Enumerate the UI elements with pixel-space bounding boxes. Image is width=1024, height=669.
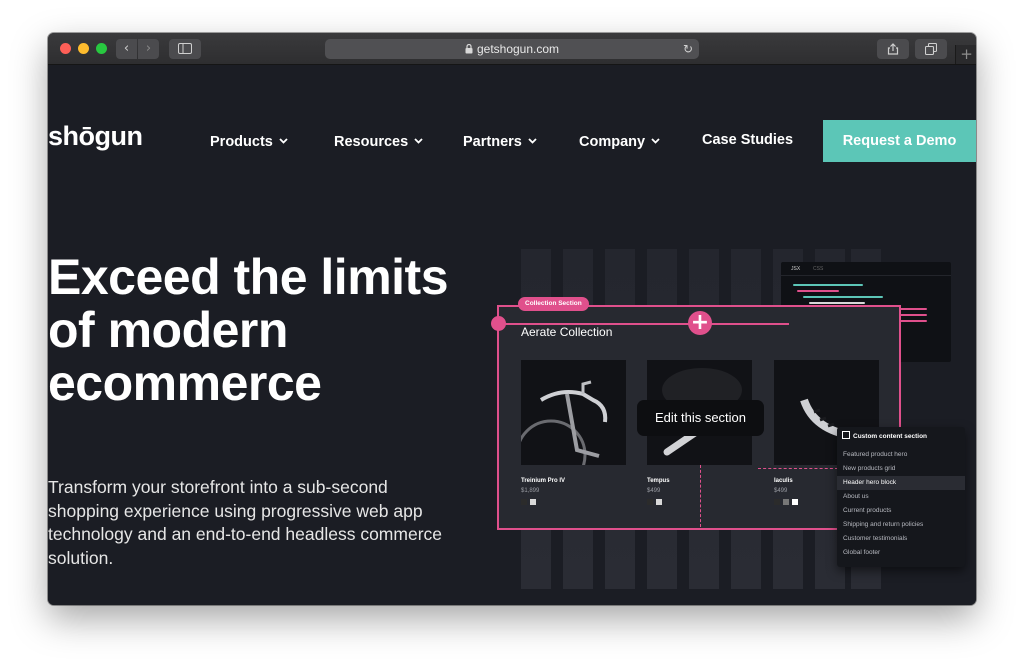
request-demo-button[interactable]: Request a Demo: [823, 120, 976, 162]
browser-toolbar: ‹ › getshogun.com ↻ +: [48, 33, 976, 65]
nav-case-studies-label: Case Studies: [702, 132, 794, 148]
section-picker-dropdown: Custom content section Featured product …: [837, 427, 965, 567]
nav-products-label: Products: [210, 134, 273, 150]
section-guide-line: [700, 465, 701, 527]
sidebar-toggle-button[interactable]: [169, 39, 201, 59]
nav-case-studies[interactable]: Case Studies: [702, 132, 793, 148]
chevron-down-icon: [651, 132, 660, 148]
lock-icon: [465, 40, 473, 60]
dropdown-item[interactable]: New products grid: [837, 462, 965, 476]
back-button[interactable]: ‹: [116, 39, 137, 59]
nav-resources-label: Resources: [334, 134, 409, 150]
color-swatch[interactable]: [783, 499, 789, 505]
dropdown-item[interactable]: Featured product hero: [837, 448, 965, 462]
edit-section-button[interactable]: Edit this section: [637, 400, 764, 436]
dropdown-header-label: Custom content section: [853, 433, 928, 440]
product-name: Treinium Pro IV: [521, 478, 566, 484]
address-bar[interactable]: getshogun.com ↻: [325, 39, 699, 59]
reload-icon[interactable]: ↻: [683, 39, 693, 59]
nav-partners-label: Partners: [463, 134, 522, 150]
product-price: $499: [647, 488, 661, 494]
nav-resources[interactable]: Resources: [334, 132, 423, 150]
color-swatch[interactable]: [647, 499, 653, 505]
sidebar-icon: [178, 43, 192, 54]
close-window-button[interactable]: [60, 43, 71, 54]
new-tab-button[interactable]: +: [955, 45, 976, 64]
chevron-down-icon: [414, 132, 423, 148]
nav-partners[interactable]: Partners: [463, 132, 537, 150]
web-page: shōgun Products Resources Partners Compa…: [48, 65, 976, 605]
color-swatch[interactable]: [521, 499, 527, 505]
product-name: Tempus: [647, 478, 670, 484]
section-handle[interactable]: [491, 316, 506, 331]
tabs-icon: [924, 42, 938, 56]
code-tab-jsx[interactable]: JSX: [791, 266, 800, 272]
dropdown-item[interactable]: Customer testimonials: [837, 532, 965, 546]
show-tabs-button[interactable]: [915, 39, 947, 59]
color-swatch[interactable]: [530, 499, 536, 505]
product-name: Iaculis: [774, 478, 793, 484]
dropdown-item[interactable]: Shipping and return policies: [837, 518, 965, 532]
share-icon: [887, 43, 899, 55]
chevron-down-icon: [528, 132, 537, 148]
product-image[interactable]: [521, 360, 626, 465]
nav-company[interactable]: Company: [579, 132, 660, 150]
share-button[interactable]: [877, 39, 909, 59]
dropdown-item[interactable]: About us: [837, 490, 965, 504]
section-guide-line: [758, 468, 838, 469]
add-section-icon[interactable]: +: [688, 311, 712, 335]
color-swatch[interactable]: [792, 499, 798, 505]
forward-button[interactable]: ›: [138, 39, 159, 59]
chevron-down-icon: [279, 132, 288, 148]
hero-title: Exceed the limits of modern ecommerce: [48, 249, 449, 411]
product-price: $499: [774, 488, 788, 494]
minimize-window-button[interactable]: [78, 43, 89, 54]
browser-window: ‹ › getshogun.com ↻ + shōgun Products Re…: [48, 33, 976, 605]
section-icon: [842, 431, 850, 439]
url-text: getshogun.com: [476, 42, 560, 56]
nav-products[interactable]: Products: [210, 132, 288, 150]
dropdown-item-selected[interactable]: Header hero block: [837, 476, 965, 490]
collection-title: Aerate Collection: [521, 325, 613, 339]
zoom-window-button[interactable]: [96, 43, 107, 54]
nav-company-label: Company: [579, 134, 646, 150]
color-swatch[interactable]: [774, 499, 780, 505]
code-tab-css[interactable]: CSS: [813, 266, 823, 272]
dropdown-item[interactable]: Global footer: [837, 546, 965, 560]
product-price: $1,899: [521, 488, 540, 494]
site-logo[interactable]: shōgun: [48, 121, 143, 152]
section-badge: Collection Section: [518, 297, 589, 311]
dropdown-header: Custom content section: [842, 431, 927, 440]
color-swatch[interactable]: [656, 499, 662, 505]
dropdown-item[interactable]: Current products: [837, 504, 965, 518]
hero-subtitle: Transform your storefront into a sub-sec…: [48, 477, 442, 568]
